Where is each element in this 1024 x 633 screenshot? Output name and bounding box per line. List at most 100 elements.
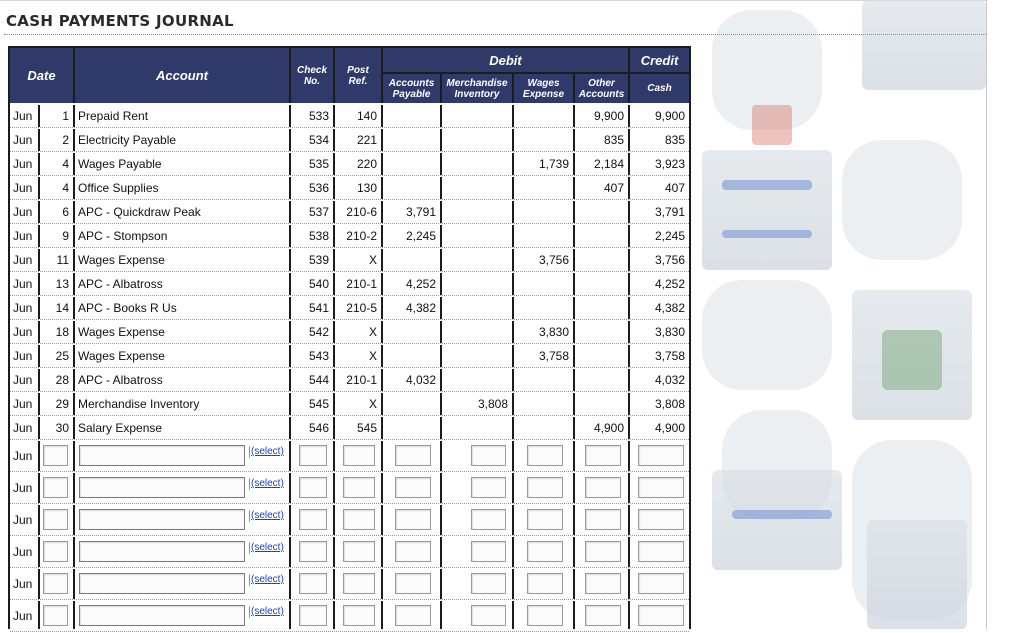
- header-merchandise-inventory: Merchandise Inventory: [442, 74, 512, 103]
- cash-cell: 407: [630, 177, 689, 199]
- account-select-link[interactable]: (select): [249, 510, 284, 522]
- other-accounts-input[interactable]: [585, 445, 621, 466]
- check-no-input[interactable]: [299, 541, 327, 562]
- post-ref-input[interactable]: [343, 573, 375, 594]
- post-ref-input[interactable]: [343, 477, 375, 498]
- wages-expense-input[interactable]: [527, 541, 563, 562]
- cash-input[interactable]: [638, 445, 684, 466]
- entry-month-cell: Jun: [10, 537, 38, 567]
- entry-cell: [575, 505, 628, 535]
- wages-expense-input[interactable]: [527, 605, 563, 626]
- merchandise-inventory-input[interactable]: [471, 445, 506, 466]
- check-no-input[interactable]: [299, 605, 327, 626]
- header-check-line2: No.: [303, 75, 321, 87]
- account-select-link[interactable]: (select): [249, 478, 284, 490]
- account-input[interactable]: [79, 605, 245, 626]
- day-input[interactable]: [43, 605, 68, 626]
- header-wages-expense: Wages Expense: [514, 74, 573, 103]
- other-accounts-input[interactable]: [585, 509, 621, 530]
- entry-cell: [335, 601, 381, 631]
- merchandise-inventory-cell: [442, 297, 512, 319]
- merchandise-inventory-input[interactable]: [471, 605, 506, 626]
- entry-cell: [291, 441, 333, 471]
- day-input[interactable]: [43, 541, 68, 562]
- day-cell: 28: [40, 369, 73, 391]
- day-cell: 2: [40, 129, 73, 151]
- wages-expense-input[interactable]: [527, 509, 563, 530]
- post-ref-input[interactable]: [343, 541, 375, 562]
- entry-cell: [514, 537, 573, 567]
- other-accounts-cell: [575, 393, 628, 415]
- wages-expense-cell: [514, 129, 573, 151]
- account-input[interactable]: [79, 573, 245, 594]
- other-accounts-input[interactable]: [585, 477, 621, 498]
- cash-input[interactable]: [638, 605, 684, 626]
- account-input[interactable]: [79, 477, 245, 498]
- entry-cell: [291, 537, 333, 567]
- row-divider-dotted: [10, 199, 689, 200]
- other-accounts-input[interactable]: [585, 541, 621, 562]
- row-divider-dotted: [10, 247, 689, 248]
- check-no-input[interactable]: [299, 573, 327, 594]
- check-no-cell: 545: [291, 393, 333, 415]
- post-ref-cell: 140: [335, 105, 381, 127]
- account-input[interactable]: [79, 445, 245, 466]
- accounts-payable-input[interactable]: [395, 445, 431, 466]
- entry-month: Jun: [10, 477, 38, 499]
- account-input[interactable]: [79, 509, 245, 530]
- entry-cell: [442, 441, 512, 471]
- cash-input[interactable]: [638, 541, 684, 562]
- account-input[interactable]: [79, 541, 245, 562]
- accounts-payable-input[interactable]: [395, 477, 431, 498]
- merchandise-inventory-input[interactable]: [471, 573, 506, 594]
- check-no-cell: 538: [291, 225, 333, 247]
- post-ref-input[interactable]: [343, 445, 375, 466]
- day-input[interactable]: [43, 477, 68, 498]
- day-input[interactable]: [43, 445, 68, 466]
- entry-cell: [514, 441, 573, 471]
- post-ref-input[interactable]: [343, 605, 375, 626]
- check-no-input[interactable]: [299, 445, 327, 466]
- other-accounts-input[interactable]: [585, 605, 621, 626]
- account-select-link[interactable]: (select): [249, 542, 284, 554]
- entry-cell: [383, 569, 440, 599]
- day-input[interactable]: [43, 573, 68, 594]
- entry-cell: [442, 569, 512, 599]
- merchandise-inventory-input[interactable]: [471, 477, 506, 498]
- merchandise-inventory-input[interactable]: [471, 509, 506, 530]
- account-select-link[interactable]: (select): [249, 574, 284, 586]
- wages-expense-input[interactable]: [527, 477, 563, 498]
- wages-expense-input[interactable]: [527, 445, 563, 466]
- accounts-payable-input[interactable]: [395, 605, 431, 626]
- entry-cell: [335, 441, 381, 471]
- post-ref-input[interactable]: [343, 509, 375, 530]
- accounts-payable-cell: [383, 321, 440, 343]
- accounts-payable-input[interactable]: [395, 573, 431, 594]
- cash-cell: 3,830: [630, 321, 689, 343]
- accounts-payable-input[interactable]: [395, 509, 431, 530]
- merchandise-inventory-input[interactable]: [471, 541, 506, 562]
- account-select-link[interactable]: (select): [249, 606, 284, 618]
- check-no-input[interactable]: [299, 477, 327, 498]
- cash-input[interactable]: [638, 509, 684, 530]
- entry-cell: [514, 505, 573, 535]
- wages-expense-input[interactable]: [527, 573, 563, 594]
- entry-cell: (select): [75, 601, 289, 631]
- header-we-line2: Expense: [522, 88, 565, 100]
- day-input[interactable]: [43, 509, 68, 530]
- account-select-link[interactable]: (select): [249, 446, 284, 458]
- row-divider-dotted: [10, 415, 689, 416]
- month-cell: Jun: [10, 225, 38, 247]
- accounts-payable-input[interactable]: [395, 541, 431, 562]
- header-accounts-payable: Accounts Payable: [383, 74, 440, 103]
- merchandise-inventory-cell: [442, 105, 512, 127]
- cash-input[interactable]: [638, 573, 684, 594]
- other-accounts-input[interactable]: [585, 573, 621, 594]
- cash-cell: 4,032: [630, 369, 689, 391]
- cash-input[interactable]: [638, 477, 684, 498]
- post-ref-cell: X: [335, 321, 381, 343]
- merchandise-inventory-cell: [442, 153, 512, 175]
- wages-expense-cell: [514, 417, 573, 439]
- check-no-input[interactable]: [299, 509, 327, 530]
- account-cell: APC - Books R Us: [75, 297, 289, 319]
